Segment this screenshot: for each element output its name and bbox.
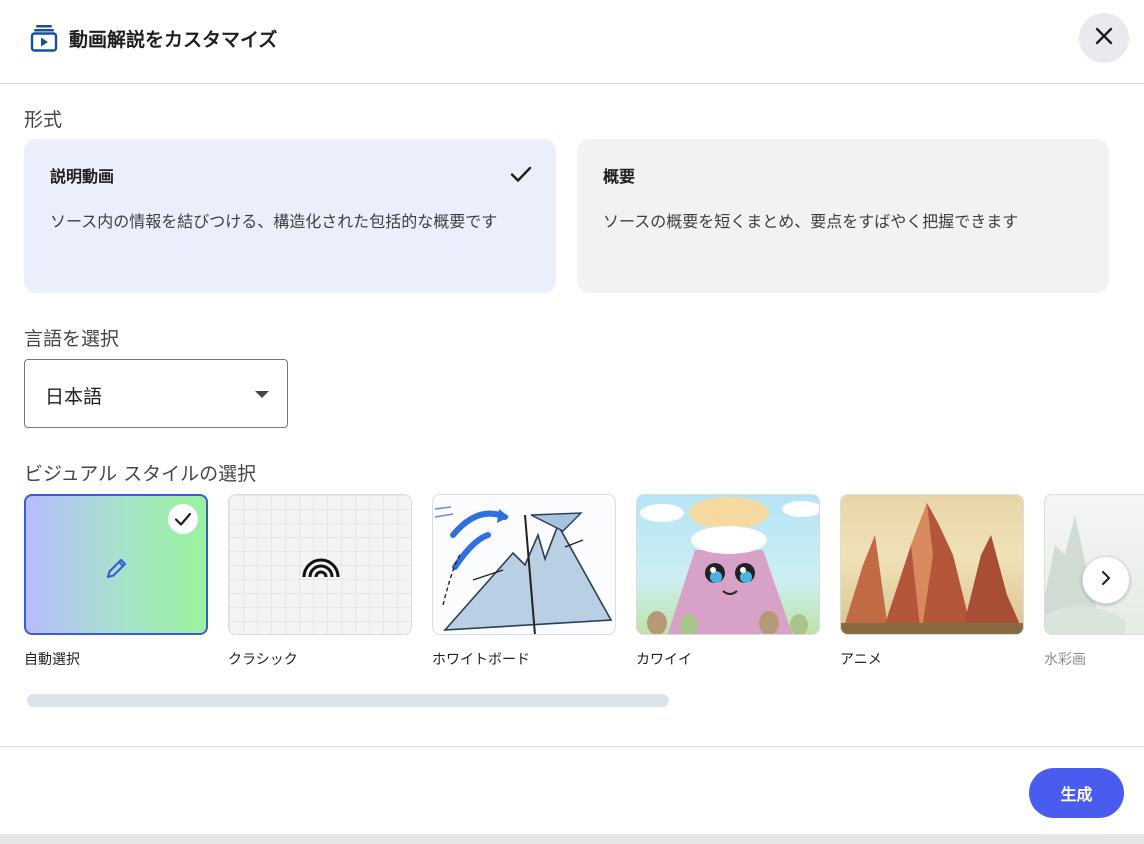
close-button[interactable]: [1079, 13, 1129, 63]
style-tile-label: ホワイトボード: [432, 652, 530, 668]
style-tile-whiteboard[interactable]: ホワイトボード: [432, 494, 616, 669]
style-thumbnail: [840, 494, 1024, 635]
style-tile-label: クラシック: [228, 652, 298, 668]
dialog-footer: 生成: [0, 746, 1144, 844]
style-tile-label: 水彩画: [1044, 652, 1086, 668]
format-option-title: 説明動画: [50, 167, 115, 186]
style-tile-auto[interactable]: 自動選択: [24, 494, 208, 669]
style-thumbnail: [24, 494, 208, 635]
checkmark-icon: [510, 163, 532, 185]
visual-style-carousel: 自動選択 クラシック ホワイトボード カワイイ アニメ 水彩画: [24, 494, 1144, 674]
caret-down-icon: [255, 391, 269, 398]
visual-style-label: ビジュアル スタイルの選択: [24, 463, 257, 485]
language-select[interactable]: 日本語: [24, 359, 288, 428]
video-overview-icon: [30, 24, 58, 52]
checkmark-icon: [168, 504, 198, 534]
kawaii-volcano-illustration: [640, 497, 819, 634]
pencil-icon: [104, 555, 130, 585]
style-tile-label: カワイイ: [636, 652, 692, 668]
style-tile-anime[interactable]: アニメ: [840, 494, 1024, 669]
language-select-value: 日本語: [45, 386, 103, 408]
anime-mountains-illustration: [841, 503, 1023, 634]
format-option-description: ソースの概要を短くまとめ、要点をすばやく把握できます: [603, 212, 1019, 231]
format-option-summary[interactable]: 概要 ソースの概要を短くまとめ、要点をすばやく把握できます: [577, 139, 1109, 293]
style-thumbnail: [228, 494, 412, 635]
carousel-scrollbar[interactable]: [27, 694, 669, 707]
style-tile-classic[interactable]: クラシック: [228, 494, 412, 669]
style-tile-kawaii[interactable]: カワイイ: [636, 494, 820, 669]
format-option-description: ソース内の情報を結びつける、構造化された包括的な概要です: [50, 212, 498, 231]
background-taskbar-strip: [0, 834, 1144, 844]
whiteboard-volcano-illustration: [434, 506, 613, 634]
style-tile-label: アニメ: [840, 652, 882, 668]
format-option-explainer[interactable]: 説明動画 ソース内の情報を結びつける、構造化された包括的な概要です: [24, 139, 556, 293]
carousel-next-button[interactable]: [1082, 556, 1130, 604]
format-option-title: 概要: [603, 167, 636, 186]
generate-button[interactable]: 生成: [1029, 768, 1124, 818]
dialog-title: 動画解説をカスタマイズ: [69, 29, 278, 51]
dialog-header: 動画解説をカスタマイズ: [0, 0, 1144, 84]
language-label: 言語を選択: [24, 328, 120, 350]
close-icon: [1094, 26, 1114, 50]
rainbow-arcs-icon: [301, 547, 341, 583]
style-thumbnail: [432, 494, 616, 635]
customize-dialog: 動画解説をカスタマイズ 形式 説明動画 ソース内の情報を結びつける、構造化された…: [0, 0, 1144, 844]
style-thumbnail: [636, 494, 820, 635]
chevron-right-icon: [1098, 570, 1114, 590]
style-tile-label: 自動選択: [24, 652, 80, 668]
format-label: 形式: [24, 109, 63, 131]
